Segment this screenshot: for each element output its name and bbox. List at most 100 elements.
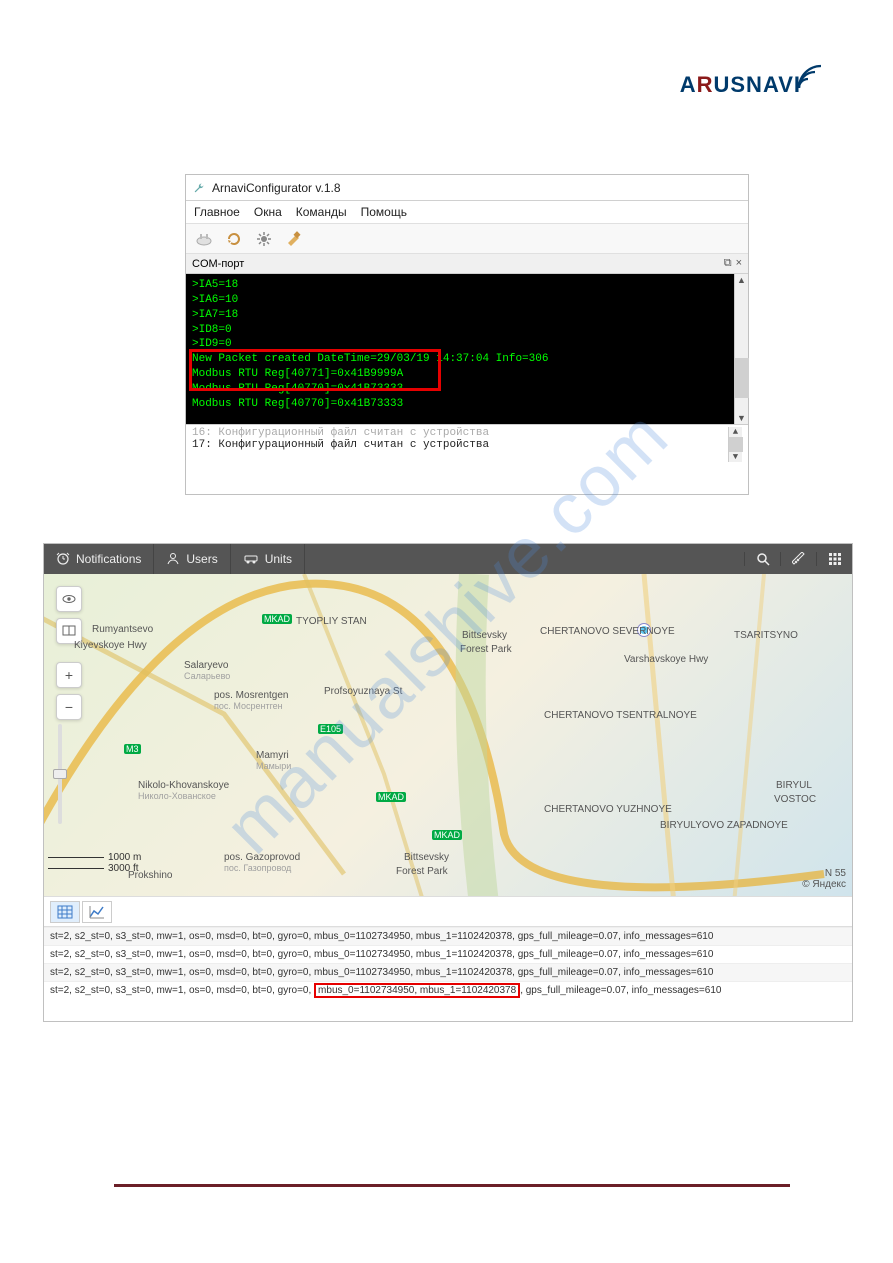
coord-label: N 55: [802, 868, 846, 879]
scroll-thumb[interactable]: [735, 358, 749, 398]
road-label: M3: [124, 744, 141, 754]
apps-button[interactable]: [816, 552, 852, 566]
map-attribution: N 55 © Яндекс: [802, 868, 846, 890]
msg-suffix: , gps_full_mileage=0.07, info_messages=6…: [520, 985, 721, 996]
map-place-label: Profsoyuznaya St: [324, 686, 402, 697]
map-place-label: Bittsevsky: [404, 852, 449, 863]
panel-close-button[interactable]: ×: [736, 257, 742, 270]
map-place-label: CHERTANOVO TSENTRALNOYE: [544, 710, 697, 721]
scale-bar: 1000 m 3000 ft: [48, 852, 141, 874]
nav-label: Users: [186, 552, 217, 566]
window-title: ArnaviConfigurator v.1.8: [212, 181, 341, 195]
map-place-label: Nikolo-Khovanskoye: [138, 780, 229, 791]
logo-suffix: USNAVI: [714, 72, 802, 97]
road-label: MKAD: [262, 614, 292, 624]
map-place-label: Forest Park: [460, 644, 512, 655]
menu-help[interactable]: Помощь: [361, 205, 407, 219]
highlight-box: [189, 349, 441, 391]
scale-bottom: 3000 ft: [108, 863, 139, 874]
terminal-line: >ID8=0: [192, 323, 728, 338]
msg-prefix: st=2, s2_st=0, s3_st=0, mw=1, os=0, msd=…: [50, 985, 314, 996]
nav-notifications[interactable]: Notifications: [44, 544, 154, 574]
titlebar: ArnaviConfigurator v.1.8: [186, 175, 748, 201]
attribution-text: © Яндекс: [802, 879, 846, 890]
scroll-down-icon[interactable]: ▼: [737, 412, 746, 424]
map-place-label: TSARITSYNO: [734, 630, 798, 641]
tool-settings-button[interactable]: [252, 228, 276, 250]
tab-chart[interactable]: [82, 901, 112, 923]
terminal: >IA5=18 >IA6=10 >IA7=18 >ID8=0 >ID9=0 Ne…: [186, 274, 734, 424]
terminal-area: >IA5=18 >IA6=10 >IA7=18 >ID8=0 >ID9=0 Ne…: [186, 274, 748, 424]
zoom-slider-thumb[interactable]: [53, 769, 67, 779]
user-icon: [166, 551, 180, 568]
map-place-label: pos. Gazoprovod: [224, 852, 300, 863]
road-label: E105: [318, 724, 343, 734]
search-button[interactable]: [744, 552, 780, 566]
tab-row: [44, 896, 852, 926]
com-panel-header: COM-порт ⧉ ×: [186, 254, 748, 274]
scroll-down-icon[interactable]: ▼: [733, 452, 738, 462]
log-line: 16: Конфигурационный файл считан с устро…: [192, 427, 728, 439]
menu-windows[interactable]: Окна: [254, 205, 282, 219]
map-place-sublabel: пос. Газопровод: [224, 863, 291, 873]
log-scrollbar[interactable]: ▲ ▼: [728, 427, 742, 462]
footer-rule: [114, 1184, 790, 1187]
monitoring-window: Notifications Users Units: [43, 543, 853, 1022]
menubar: Главное Окна Команды Помощь: [186, 201, 748, 224]
map-place-label: Varshavskoye Hwy: [624, 654, 708, 665]
map-place-label: CHERTANOVO SEVERNOYE: [540, 626, 675, 637]
nav-units[interactable]: Units: [231, 544, 305, 574]
scroll-up-icon[interactable]: ▲: [737, 274, 746, 286]
scroll-up-icon[interactable]: ▲: [733, 427, 738, 437]
map-place-label: TYOPLIY STAN: [296, 616, 367, 627]
car-icon: [243, 551, 259, 568]
message-row: st=2, s2_st=0, s3_st=0, mw=1, os=0, msd=…: [44, 981, 852, 999]
message-row: st=2, s2_st=0, s3_st=0, mw=1, os=0, msd=…: [44, 927, 852, 945]
terminal-line: Modbus RTU Reg[40770]=0x41B73333: [192, 397, 728, 412]
scroll-thumb[interactable]: [729, 437, 743, 452]
map-place-sublabel: Николо-Хованское: [138, 791, 216, 801]
map-place-label: VOSTOC: [774, 794, 816, 805]
nav-users[interactable]: Users: [154, 544, 230, 574]
tool-clear-button[interactable]: [282, 228, 306, 250]
map-place-label: Kiyevskoye Hwy: [74, 640, 147, 651]
map-place-sublabel: Мамыри: [256, 761, 291, 771]
map-place-sublabel: Саларьево: [184, 671, 230, 681]
tool-connect-button[interactable]: [192, 228, 216, 250]
map-place-label: BIRYULYOVO ZAPADNOYE: [660, 820, 788, 831]
map-place-label: pos. Mosrentgen: [214, 690, 289, 701]
msg-highlight: mbus_0=1102734950, mbus_1=1102420378: [314, 983, 520, 998]
map-visibility-button[interactable]: [56, 586, 82, 612]
road-label: MKAD: [376, 792, 406, 802]
menu-commands[interactable]: Команды: [296, 205, 347, 219]
logo-a: A: [680, 72, 697, 97]
tool-refresh-button[interactable]: [222, 228, 246, 250]
wrench-icon: [192, 181, 206, 195]
tab-table[interactable]: [50, 901, 80, 923]
log-pane: 16: Конфигурационный файл считан с устро…: [186, 424, 748, 464]
zoom-out-button[interactable]: −: [56, 694, 82, 720]
map-place-label: Mamyri: [256, 750, 289, 761]
terminal-line: >IA5=18: [192, 278, 728, 293]
map-place-label: Salaryevo: [184, 660, 228, 671]
terminal-scrollbar[interactable]: ▲ ▼: [734, 274, 748, 424]
map-place-label: BIRYUL: [776, 780, 812, 791]
message-row: st=2, s2_st=0, s3_st=0, mw=1, os=0, msd=…: [44, 963, 852, 981]
map-place-label: Rumyantsevo: [92, 624, 153, 635]
logo-r: R: [697, 72, 714, 97]
message-list: st=2, s2_st=0, s3_st=0, mw=1, os=0, msd=…: [44, 926, 852, 999]
map-roads: [44, 574, 852, 896]
map-canvas[interactable]: + − Rumyantsevo Kiyevskoye Hwy SalaryevoСа…: [44, 574, 852, 896]
panel-detach-button[interactable]: ⧉: [724, 257, 732, 270]
log-line: 17: Конфигурационный файл считан с устро…: [192, 439, 728, 451]
ruler-button[interactable]: [780, 552, 816, 566]
road-label: MKAD: [432, 830, 462, 840]
zoom-in-button[interactable]: +: [56, 662, 82, 688]
nav-label: Units: [265, 552, 292, 566]
alarm-icon: [56, 551, 70, 568]
terminal-line: >IA7=18: [192, 308, 728, 323]
map-place-label: CHERTANOVO YUZHNOYE: [544, 804, 672, 815]
map-place-label: Forest Park: [396, 866, 448, 877]
menu-main[interactable]: Главное: [194, 205, 240, 219]
map-place-sublabel: пос. Мосрентген: [214, 701, 283, 711]
